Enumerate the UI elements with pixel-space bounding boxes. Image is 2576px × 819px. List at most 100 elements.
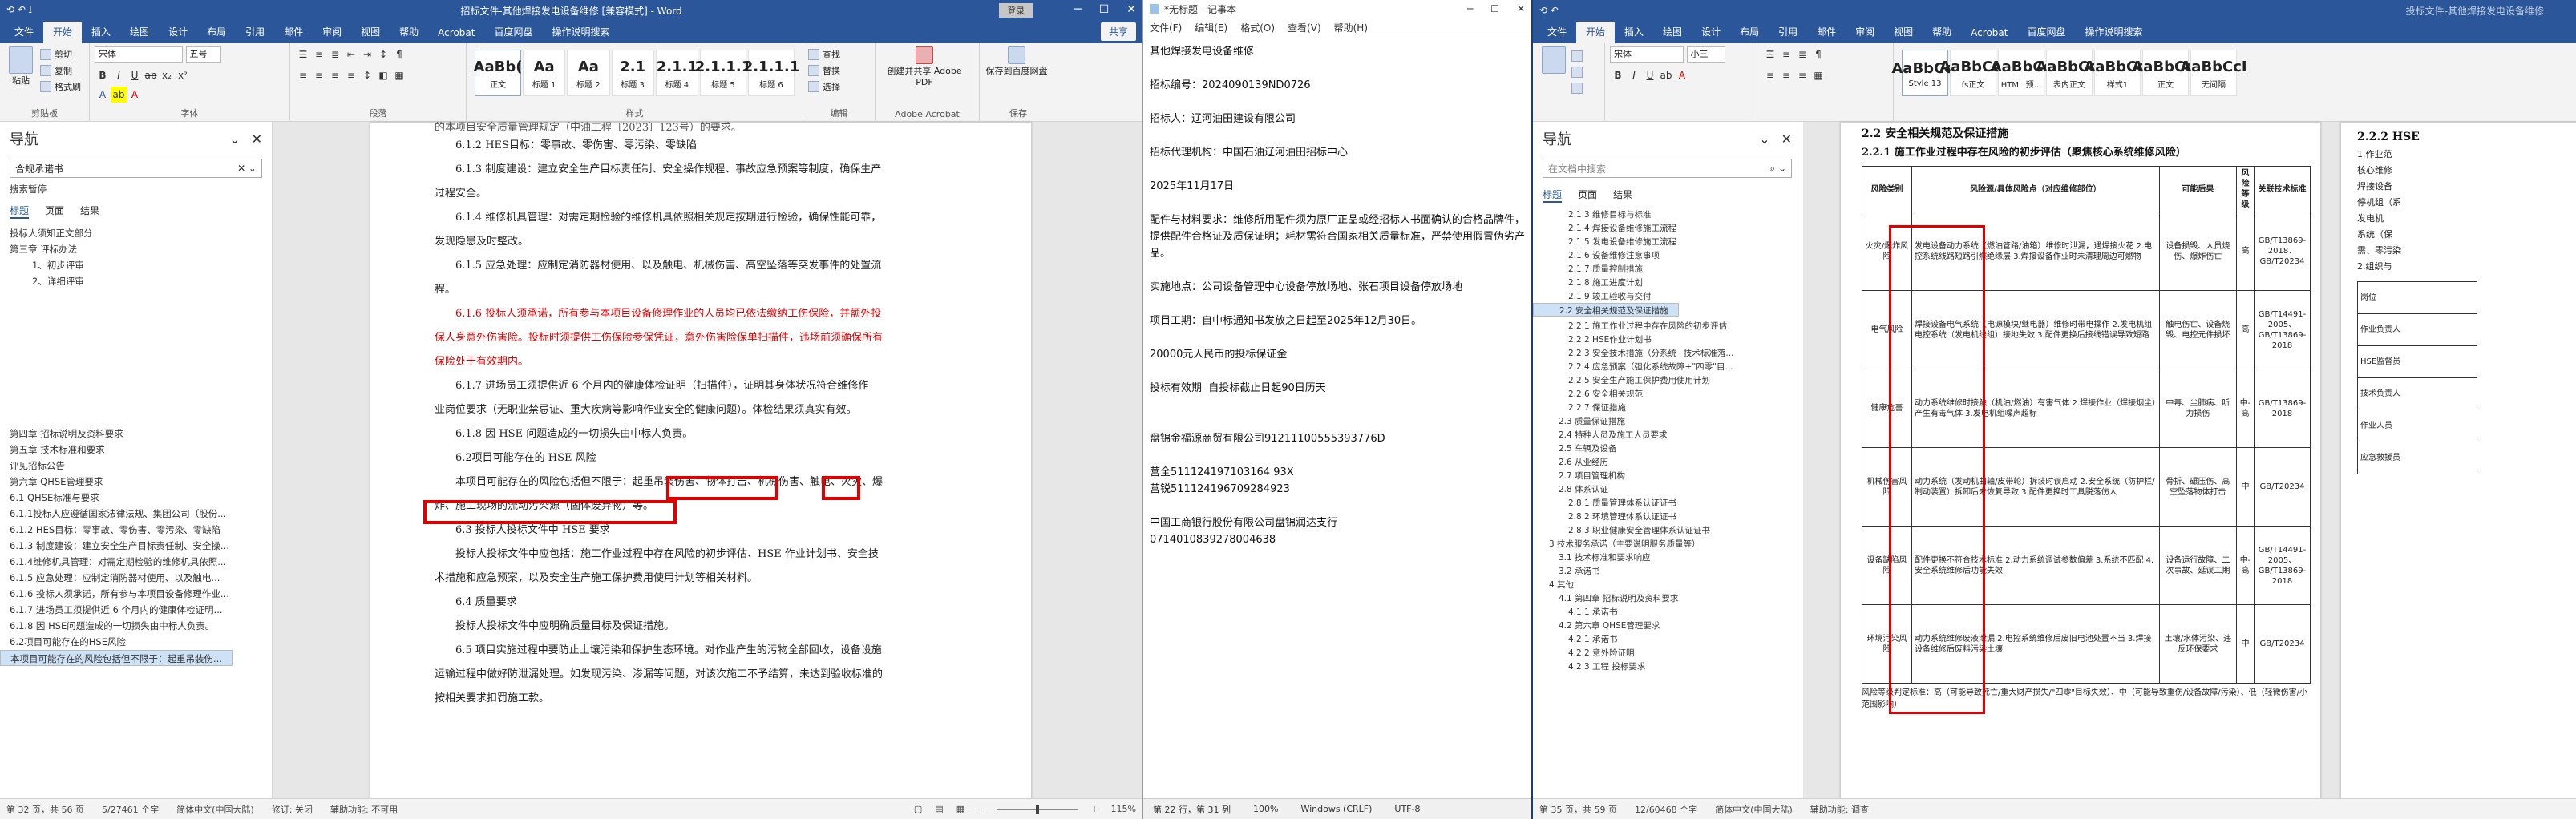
page-count[interactable]: 第 32 页，共 56 页 [6,803,84,816]
nav-heading-item[interactable]: 3.2 承诺书 [1533,564,1802,578]
close-icon[interactable]: ✕ [1781,131,1792,147]
style-item[interactable]: AaBb(正文 [474,50,522,96]
nav-heading-item[interactable]: 2.8.3 职业健康安全管理体系认证证书 [1533,523,1802,537]
focus-icon[interactable]: ▢ [914,804,922,814]
borders-button[interactable]: ▦ [391,67,407,83]
nav-heading-item[interactable]: 2.1.9 竣工验收与交付 [1533,289,1802,303]
nav-heading-item[interactable]: 6.1.4维修机具管理：对需定期检验的维修机具依照... [0,554,272,570]
nav-heading-item[interactable]: 2.7 项目管理机构 [1533,469,1802,482]
tab-10[interactable]: 帮助 [390,22,428,43]
find-button[interactable]: 查找 [808,46,870,63]
nav-heading-item[interactable]: 6.1.3 制度建设：建立安全生产目标责任制、安全操... [0,538,272,554]
document-page[interactable]: 的本项目安全质量管理规定（中油工程〔2023〕123号）的要求。 6.1.2 H… [370,122,1032,811]
close-icon[interactable]: ✕ [1126,3,1136,18]
tab-4[interactable]: 设计 [1692,22,1730,43]
strikethrough-button[interactable]: ab [143,67,159,83]
replace-button[interactable]: 替换 [808,63,870,79]
minimize-icon[interactable]: ─ [1074,3,1081,18]
tab-12[interactable]: 百度网盘 [2017,22,2075,43]
align-left-button[interactable]: ≡ [1762,67,1778,83]
nav-tab-0[interactable]: 标题 [10,204,30,219]
italic-button[interactable]: I [111,67,127,83]
tab-1[interactable]: 开始 [1576,22,1616,43]
show-marks-button[interactable]: ¶ [1810,46,1826,63]
nav-search-input[interactable]: 合规承诺书 ✕ ⌄ [10,159,262,178]
nav-heading-item[interactable]: 3.1 技术标准和要求响应 [1533,551,1802,564]
line-spacing-button[interactable]: ↕ [359,67,375,83]
underline-button[interactable]: U [1642,67,1658,83]
zoom-in-button[interactable]: + [1090,804,1098,814]
nav-heading-item[interactable]: 6.1.2 HES目标：零事故、零伤害、零污染、零缺陷 [0,522,272,538]
autosave-icon[interactable]: ⟲ ↶ ⭳ [6,2,32,19]
style-item[interactable]: 2.1.1.1 标题 5 [695,50,751,96]
word-count[interactable]: 12/60468 个字 [1635,803,1697,816]
font-size-select[interactable]: 小三 [1686,46,1725,63]
nav-heading-item[interactable]: 2.2.5 安全生产施工保护费用使用计划 [1533,373,1802,387]
document-page-next[interactable]: 2.2.2 HSE 1.作业范 核心维修 焊接设备 停机组（系 发电机 系统（保 需、零污染… [2340,122,2576,811]
bold-button[interactable]: B [95,67,111,83]
multilevel-button[interactable]: ≣ [327,46,343,63]
tab-2[interactable]: 插入 [82,22,120,43]
tab-10[interactable]: 帮助 [1923,22,1961,43]
align-center-button[interactable]: ≡ [1778,67,1794,83]
tab-7[interactable]: 邮件 [1807,22,1846,43]
save-baidu-button[interactable]: 保存到百度网盘 [985,46,1049,77]
chevron-down-icon[interactable]: ⌄ [229,131,240,147]
decrease-indent-button[interactable]: ⇤ [343,46,359,63]
zoom-out-button[interactable]: − [977,804,985,814]
select-button[interactable]: 选择 [808,79,870,95]
borders-button[interactable]: ▦ [1810,67,1826,83]
nav-heading-item[interactable]: 2.1.4 焊接设备维修施工流程 [1533,221,1802,235]
track-changes[interactable]: 修订: 关闭 [272,803,313,816]
nav-heading-item[interactable]: 2.4 特种人员及施工人员要求 [1533,428,1802,442]
nav-heading-item[interactable]: 2.2 安全相关规范及保证措施 [1533,303,1679,317]
nav-heading-item[interactable]: 4.1.1 承诺书 [1533,605,1802,619]
style-item[interactable]: Aa 标题 2 [567,50,610,96]
tab-4[interactable]: 设计 [159,22,197,43]
nav-heading-item[interactable]: 第五章 技术标准和要求 [0,442,272,458]
nav-heading-item[interactable]: 6.2项目可能存在的HSE风险 [0,634,272,650]
tab-2[interactable]: 插入 [1615,22,1653,43]
maximize-icon[interactable]: ☐ [1099,3,1110,18]
strikethrough-button[interactable]: ab [1658,67,1674,83]
tab-3[interactable]: 绘图 [1653,22,1692,43]
tab-6[interactable]: 引用 [236,22,274,43]
nav-tab-2[interactable]: 结果 [80,204,99,219]
bold-button[interactable]: B [1610,67,1626,83]
font-name-select[interactable]: 宋体 [1610,46,1684,63]
tab-11[interactable]: Acrobat [428,24,484,43]
nav-heading-item[interactable]: 6.1.1投标人应遵循国家法律法规、集团公司（股份... [0,506,272,522]
justify-button[interactable]: ≡ [1794,67,1810,83]
nav-heading-item[interactable]: 4 其他 [1533,578,1802,591]
share-button[interactable]: 共享 [1100,22,1136,41]
nav-heading-item[interactable]: 4.2.1 承诺书 [1533,632,1802,646]
italic-button[interactable]: I [1626,67,1642,83]
nav-heading-item[interactable]: 2.2.7 保证措施 [1533,401,1802,414]
tab-8[interactable]: 审阅 [313,22,351,43]
align-right-button[interactable]: ≡ [327,67,343,83]
nav-tab-1[interactable]: 页面 [1578,188,1597,203]
menu-item[interactable]: 帮助(H) [1334,21,1368,34]
print-layout-icon[interactable]: ▦ [956,804,964,814]
tab-5[interactable]: 布局 [1730,22,1769,43]
nav-heading-item[interactable]: 2.8 体系认证 [1533,482,1802,496]
paste-button[interactable] [1538,46,1570,74]
multilevel-button[interactable]: ≣ [1794,46,1810,63]
nav-heading-item[interactable]: 2.1.6 设备维修注意事项 [1533,248,1802,262]
nav-tab-0[interactable]: 标题 [1543,188,1563,203]
language[interactable]: 简体中文(中国大陆) [176,803,254,816]
autosave-icon[interactable]: ⟲ ↶ [1539,5,1559,16]
align-center-button[interactable]: ≡ [311,67,327,83]
sort-button[interactable]: ↕ [375,46,391,63]
numbering-button[interactable]: ≡ [1778,46,1794,63]
nav-tab-1[interactable]: 页面 [45,204,64,219]
cut-button[interactable]: 剪切 [40,46,81,63]
copy-button[interactable]: 复制 [40,63,81,79]
nav-heading-item[interactable]: 2.5 车辆及设备 [1533,442,1802,455]
search-icon[interactable]: ⌕ ⌄ [1769,163,1786,175]
format-painter-button[interactable] [1571,80,1583,96]
nav-heading-item[interactable]: 评见招标公告 [0,458,272,474]
nav-heading-item[interactable]: 2.2.1 施工作业过程中存在风险的初步评估 [1533,319,1802,333]
accessibility[interactable]: 辅助功能: 不可用 [330,803,398,816]
nav-heading-item[interactable]: 6.1.7 进场员工须提供近 6 个月内的健康体检证明... [0,602,272,618]
